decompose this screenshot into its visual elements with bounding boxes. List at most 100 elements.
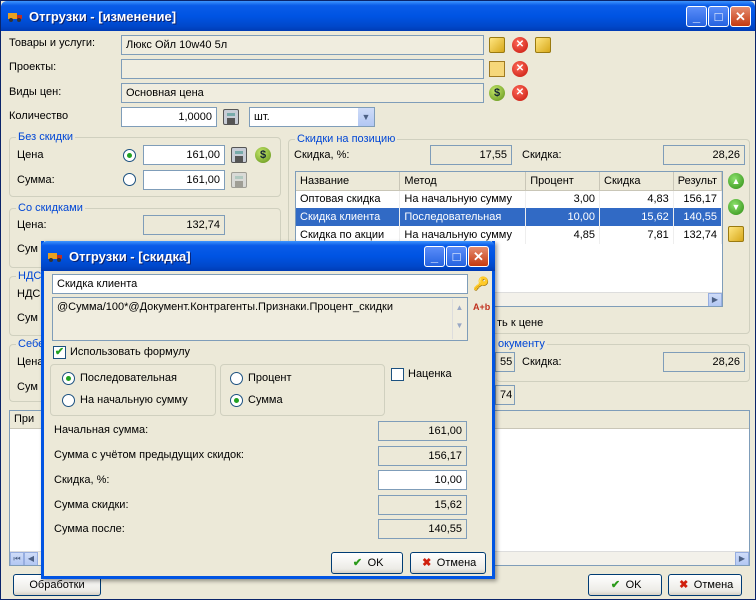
clear-price-icon[interactable]: ✕ xyxy=(512,85,528,101)
col-discount[interactable]: Скидка xyxy=(599,172,674,191)
cell-discount: 4,83 xyxy=(599,190,674,208)
projects-field[interactable] xyxy=(121,59,484,79)
scroll-right-icon[interactable]: ▶ xyxy=(708,293,722,306)
check-icon: ✔ xyxy=(610,579,621,591)
minimize-button[interactable]: _ xyxy=(686,6,707,27)
price-field[interactable]: 161,00 xyxy=(143,145,225,165)
cancel-button[interactable]: ✖ Отмена xyxy=(668,574,742,596)
pos-pct-label: Скидка, %: xyxy=(294,149,350,161)
dialog-cancel-label: Отмена xyxy=(436,557,477,569)
dialog-title: Отгрузки - [скидка] xyxy=(69,249,191,264)
cost-value-field: 74 xyxy=(495,385,515,405)
col-result[interactable]: Результ xyxy=(673,172,722,191)
ok-button[interactable]: ✔ OK xyxy=(588,574,662,596)
close-button[interactable]: ✕ xyxy=(730,6,751,27)
chevron-down-icon[interactable]: ▼ xyxy=(358,108,374,126)
dialog-cancel-button[interactable]: ✖ Отмена xyxy=(410,552,486,574)
after-sum-label: Сумма после: xyxy=(54,523,125,535)
sum-type-label: Сумма xyxy=(248,394,283,406)
sequential-label: Последовательная xyxy=(80,372,177,384)
cost-price-label: Цена xyxy=(17,356,44,368)
disc-price-label: Цена: xyxy=(17,219,47,231)
dialog-minimize-button[interactable]: _ xyxy=(424,246,445,267)
sum-field[interactable]: 161,00 xyxy=(143,170,225,190)
sum-radio[interactable] xyxy=(123,173,136,186)
cell-result: 156,17 xyxy=(673,190,722,208)
disc-sum-label: Сум xyxy=(17,243,38,255)
maximize-button[interactable]: □ xyxy=(708,6,729,27)
formula-field[interactable]: @Сумма/100*@Документ.Контрагенты.Признак… xyxy=(52,297,468,341)
qty-label: Количество xyxy=(9,110,69,122)
scroll-first-icon[interactable]: ⏮ xyxy=(10,552,24,565)
projects-label: Проекты: xyxy=(9,61,57,73)
cell-percent: 10,00 xyxy=(525,208,601,226)
cell-result: 132,74 xyxy=(673,226,722,244)
price-types-field[interactable]: Основная цена xyxy=(121,83,484,103)
prev-sum-field: 156,17 xyxy=(378,446,467,466)
no-discount-title: Без скидки xyxy=(16,131,76,143)
dollar-icon[interactable]: $ xyxy=(255,147,271,163)
unit-select[interactable]: шт. ▼ xyxy=(249,107,375,127)
notebook-icon[interactable] xyxy=(489,61,505,77)
dialog-maximize-button[interactable]: □ xyxy=(446,246,467,267)
clear-projects-icon[interactable]: ✕ xyxy=(512,61,528,77)
select-box-icon[interactable] xyxy=(489,37,505,53)
price-calculator-icon[interactable] xyxy=(231,147,247,163)
col-percent[interactable]: Процент xyxy=(525,172,601,191)
cell-discount: 7,81 xyxy=(599,226,674,244)
goods-label: Товары и услуги: xyxy=(9,37,96,49)
main-titlebar[interactable]: Отгрузки - [изменение] _ □ ✕ xyxy=(1,1,755,31)
calculator-icon[interactable] xyxy=(223,109,239,125)
on-start-radio[interactable] xyxy=(62,394,75,407)
disc-sum-label: Сумма скидки: xyxy=(54,499,129,511)
edit-discount-icon[interactable] xyxy=(728,226,744,242)
move-up-icon[interactable]: ▲ xyxy=(728,173,744,189)
sum-label: Сумма: xyxy=(17,174,55,186)
col-name[interactable]: Название xyxy=(296,172,401,191)
table-row[interactable]: Скидка клиента Последовательная 10,00 15… xyxy=(296,208,722,226)
open-box-icon[interactable] xyxy=(535,37,551,53)
scroll-left-icon[interactable]: ◀ xyxy=(24,552,38,565)
markup-label: Наценка xyxy=(408,368,452,380)
col-method[interactable]: Метод xyxy=(399,172,527,191)
price-icon[interactable]: $ xyxy=(489,85,505,101)
pct-label: Скидка, %: xyxy=(54,474,110,486)
qty-field[interactable]: 1,0000 xyxy=(121,107,217,127)
cell-name: Скидка клиента xyxy=(296,208,401,226)
pos-disc-label: Скидка: xyxy=(522,149,562,161)
discount-name-field[interactable]: Скидка клиента xyxy=(52,274,468,294)
markup-checkbox[interactable] xyxy=(391,368,404,381)
sum-type-radio[interactable] xyxy=(230,394,243,407)
dialog-close-button[interactable]: ✕ xyxy=(468,246,489,267)
move-down-icon[interactable]: ▼ xyxy=(728,199,744,215)
cell-method: На начальную сумму xyxy=(399,190,527,208)
formula-scrollbar[interactable]: ▲ ▼ xyxy=(452,299,466,339)
position-discounts-title: Скидки на позицию xyxy=(295,133,398,145)
dialog-titlebar[interactable]: Отгрузки - [скидка] _ □ ✕ xyxy=(41,241,495,271)
type-group xyxy=(220,364,385,416)
discount-dialog: Отгрузки - [скидка] _ □ ✕ Скидка клиента… xyxy=(41,241,495,579)
dialog-ok-label: OK xyxy=(367,557,384,569)
disc-sum-field: 15,62 xyxy=(378,495,467,515)
price-radio[interactable] xyxy=(123,149,136,162)
formula-editor-icon[interactable]: A+b xyxy=(473,302,490,312)
cell-result: 140,55 xyxy=(673,208,722,226)
sequential-radio[interactable] xyxy=(62,372,75,385)
goods-field[interactable]: Люкс Ойл 10w40 5л xyxy=(121,35,484,55)
table-row[interactable]: Оптовая скидка На начальную сумму 3,00 4… xyxy=(296,190,722,208)
cell-percent: 3,00 xyxy=(525,190,601,208)
percent-radio[interactable] xyxy=(230,372,243,385)
dialog-ok-button[interactable]: ✔ OK xyxy=(331,552,403,574)
price-types-label: Виды цен: xyxy=(9,86,62,98)
start-sum-field: 161,00 xyxy=(378,421,467,441)
pct-field[interactable]: 10,00 xyxy=(378,470,467,490)
clear-icon[interactable]: ✕ xyxy=(512,37,528,53)
price-label: Цена xyxy=(17,149,44,161)
ok-label: OK xyxy=(625,579,642,591)
apply-to-price-label: ть к цене xyxy=(497,317,544,329)
prev-sum-label: Сумма с учётом предыдущих скидок: xyxy=(54,449,244,461)
use-formula-checkbox[interactable]: ✔ xyxy=(53,346,66,359)
scroll-end-icon[interactable]: ▶ xyxy=(735,552,749,565)
key-icon[interactable]: 🔑 xyxy=(473,276,489,292)
on-start-label: На начальную сумму xyxy=(80,394,188,406)
